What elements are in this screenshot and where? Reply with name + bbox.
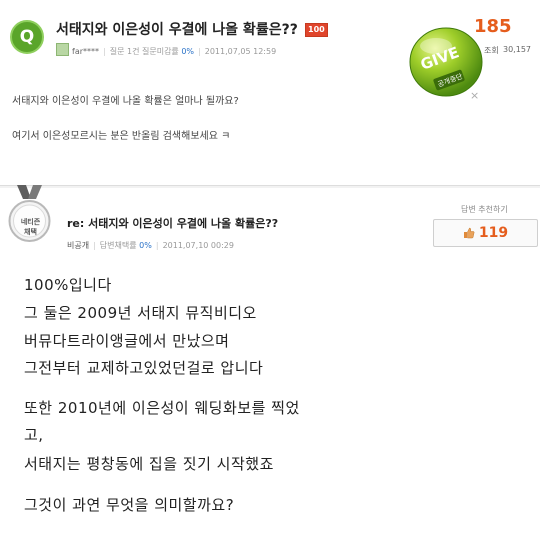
question-body-line: 여기서 이은성모르시는 분은 반올림 검색해보세요 ㅋ (12, 131, 231, 142)
question-title[interactable]: 서태지와 이은성이 우결에 나올 확률은?? (56, 19, 298, 39)
medal-label-line: 채택 (24, 228, 37, 236)
views-count: 30,157 (503, 45, 531, 54)
answer-body-line: 고, (24, 426, 44, 444)
question-count: 질문 1건 (109, 47, 140, 56)
recommend-button[interactable]: 119 (433, 219, 538, 247)
thumb-up-icon (463, 227, 475, 239)
meta-separator: | (155, 241, 159, 250)
adoption-rate-label: 답변채택률 (99, 241, 137, 250)
medal-label-line: 네티즌 (20, 218, 41, 226)
views-label: 조회 (484, 46, 499, 55)
answer-body-line: 100%입니다 (24, 276, 112, 294)
recommend-count: 119 (478, 225, 509, 241)
bounty-badge: 100 (305, 23, 328, 37)
answer-body-line: 그전부터 교제하고있었던걸로 압니다 (24, 359, 264, 377)
divider-shadow (0, 186, 540, 188)
answer-body-line: 서태지는 평창동에 집을 짓기 시작했죠 (24, 455, 274, 473)
answer-body-line: 또한 2010년에 이은성이 웨딩화보를 찍었 (24, 399, 300, 417)
question-icon: Q (10, 20, 44, 54)
answer-title: re: 서태지와 이은성이 우결에 나올 확률은?? (67, 217, 279, 230)
answer-body-line: 그 둘은 2009년 서태지 뮤직비디오 (24, 304, 257, 322)
question-meta: far**** | 질문 1건 질문미감률 0% | 2011,07,05 12:59 (56, 43, 276, 57)
question-author[interactable]: far**** (72, 47, 99, 56)
question-date: 2011,07,05 12:59 (204, 47, 277, 56)
answer-rate-label: 질문미감률 (141, 47, 179, 56)
answer-body-line: 버뮤다트라이앵글에서 만났으며 (24, 332, 230, 350)
recommend-label: 답변 추천하기 (461, 205, 508, 214)
medal-label: 네티즌 채택 (14, 217, 47, 237)
answer-author: 비공개 (67, 241, 90, 250)
meta-separator: | (198, 47, 201, 56)
answer-body-line: 그것이 과연 무엇을 의미할까요? (24, 496, 235, 514)
meta-separator: | (93, 241, 96, 250)
adoption-rate-value: 0% (139, 241, 152, 250)
question-body-line: 서태지와 이은성이 우결에 나올 확률은 얼마나 될까요? (12, 96, 239, 107)
answer-rate-value: 0% (181, 47, 195, 56)
question-count-number: 185 (474, 16, 512, 37)
answer-meta: 비공개 | 답변채택률 0% | 2011,07,10 00:29 (67, 240, 234, 251)
answer-date: 2011,07,10 00:29 (162, 241, 234, 250)
avatar-icon (56, 43, 69, 56)
close-icon[interactable]: × (470, 89, 479, 102)
meta-separator: | (103, 47, 106, 56)
